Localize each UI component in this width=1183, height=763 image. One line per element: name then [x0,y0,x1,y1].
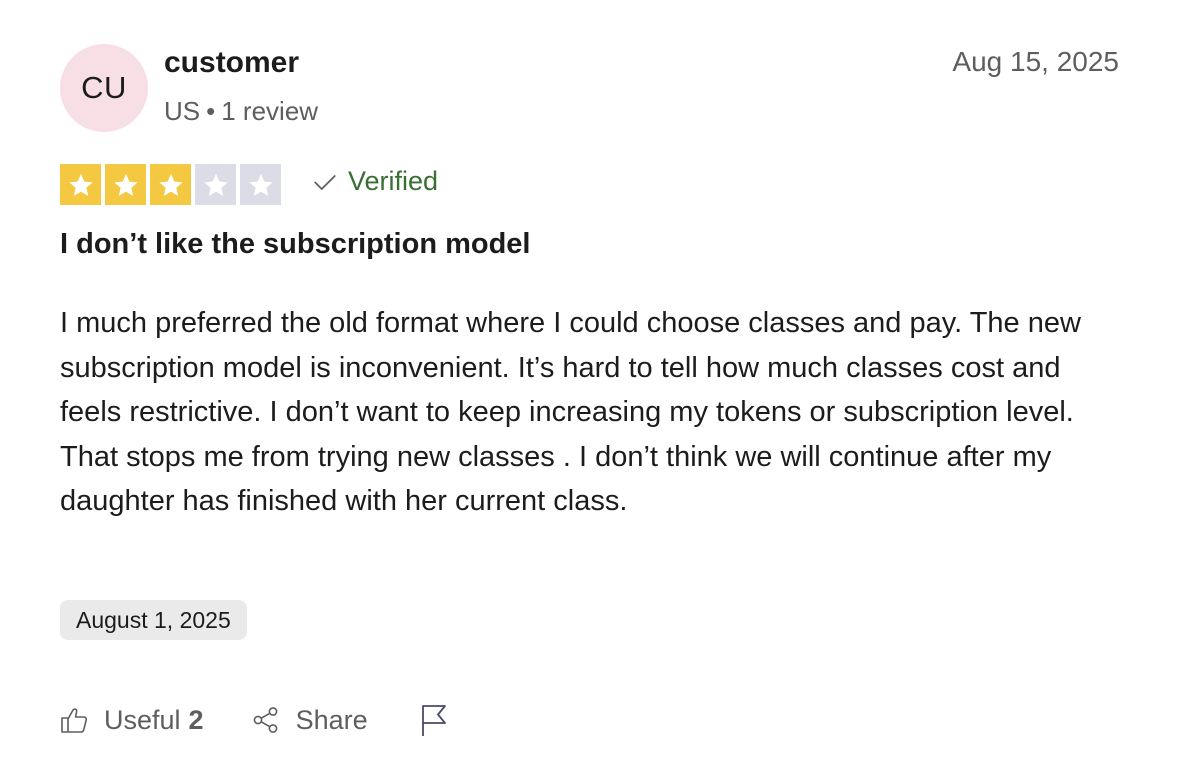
star-2 [105,164,146,205]
reviewer-review-count: 1 review [221,96,319,126]
verified-label: Verified [348,166,439,196]
useful-count: 2 [188,704,204,735]
report-button[interactable] [418,703,450,737]
avatar-initials: CU [81,70,127,105]
star-icon [68,173,93,196]
verified-badge[interactable]: Verified [312,166,438,197]
thumbs-up-icon [61,708,88,733]
review-title[interactable]: I don’t like the subscription model [60,228,531,261]
avatar[interactable]: CU [60,44,148,132]
star-icon [113,173,138,196]
reviewer-meta: US • 1 review [164,96,318,127]
star-3 [150,164,191,205]
star-4 [195,164,236,205]
star-icon [203,173,228,196]
star-icon [248,173,273,196]
review-body: I much preferred the old format where I … [60,307,1081,518]
review-actions: Useful 2 Share [58,698,450,742]
experience-date: August 1, 2025 [76,606,231,633]
useful-button[interactable]: Useful 2 [58,704,204,736]
flag-icon [421,705,446,736]
share-button[interactable]: Share [250,704,368,736]
reviewer-country: US [164,96,201,126]
reviewer-name[interactable]: customer [164,46,299,80]
share-icon [253,707,277,733]
star-5 [240,164,281,205]
star-icon [158,173,183,196]
meta-separator: • [206,96,216,126]
review-card: CU customer US • 1 review Aug 15, 2025 Ver… [0,0,1183,763]
useful-label: Useful [104,704,181,735]
review-posted-date: Aug 15, 2025 [952,46,1119,77]
experience-date-badge: August 1, 2025 [60,600,247,640]
share-label: Share [295,704,368,735]
checkmark-icon [314,174,336,190]
star-rating [60,164,281,205]
star-1 [60,164,101,205]
